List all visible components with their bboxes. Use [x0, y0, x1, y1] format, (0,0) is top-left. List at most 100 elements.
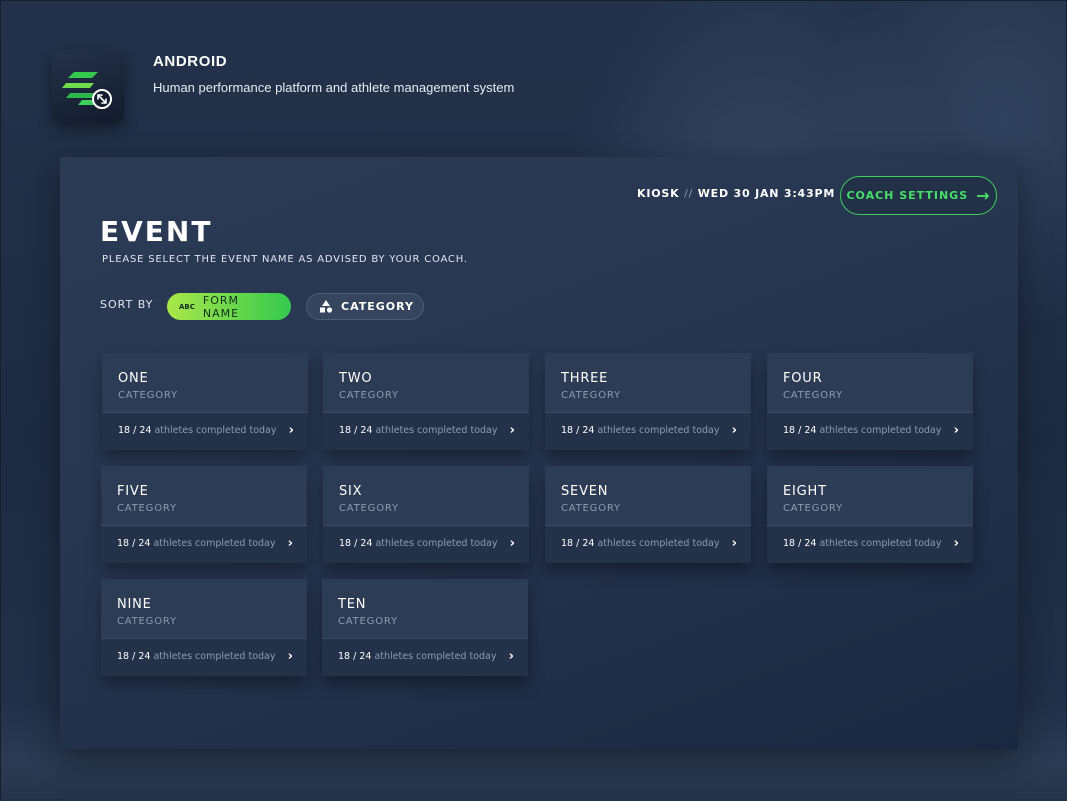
app-background: ANDROID Human performance platform and a… [0, 0, 1067, 801]
event-panel: KIOSK // WED 30 JAN 3:43PM COACH SETTING… [60, 157, 1018, 749]
kiosk-status: KIOSK // WED 30 JAN 3:43PM [637, 187, 834, 200]
chevron-right-icon: › [287, 649, 293, 664]
event-name: TEN [338, 597, 367, 612]
event-footer: 18 / 24 athletes completed today › [102, 412, 308, 450]
page-title: EVENT [100, 215, 213, 248]
app-name: ANDROID [153, 53, 228, 70]
event-stats: 18 / 24 athletes completed today [117, 651, 275, 662]
event-stats: 18 / 24 athletes completed today [338, 651, 496, 662]
event-card-five[interactable]: FIVE CATEGORY 18 / 24 athletes completed… [101, 466, 307, 563]
event-completed-count: 18 / 24 [117, 538, 151, 549]
event-stats: 18 / 24 athletes completed today [561, 538, 719, 549]
event-category: CATEGORY [783, 390, 843, 401]
event-stats: 18 / 24 athletes completed today [783, 425, 941, 436]
event-stats: 18 / 24 athletes completed today [561, 425, 719, 436]
event-category: CATEGORY [783, 503, 843, 514]
event-completed-count: 18 / 24 [338, 651, 372, 662]
event-completed-count: 18 / 24 [783, 538, 817, 549]
event-category: CATEGORY [561, 503, 621, 514]
chevron-right-icon: › [509, 536, 515, 551]
event-name: FOUR [783, 371, 823, 386]
chevron-right-icon: › [288, 423, 294, 438]
chevron-right-icon: › [731, 536, 737, 551]
sort-form-name-label: FORM NAME [202, 293, 240, 320]
event-completed-text: athletes completed today [375, 425, 498, 436]
kiosk-separator: // [684, 187, 694, 200]
event-footer: 18 / 24 athletes completed today › [545, 412, 751, 450]
event-name: NINE [117, 597, 152, 612]
event-completed-count: 18 / 24 [561, 538, 595, 549]
sort-form-name-chip[interactable]: ABC FORM NAME [167, 293, 291, 320]
app-logo [52, 50, 124, 122]
event-category: CATEGORY [339, 390, 399, 401]
event-stats: 18 / 24 athletes completed today [118, 425, 276, 436]
event-category: CATEGORY [561, 390, 621, 401]
event-footer: 18 / 24 athletes completed today › [101, 525, 307, 563]
kiosk-label: KIOSK [637, 187, 680, 200]
event-card-one[interactable]: ONE CATEGORY 18 / 24 athletes completed … [102, 353, 308, 450]
event-category: CATEGORY [117, 503, 177, 514]
event-card-four[interactable]: FOUR CATEGORY 18 / 24 athletes completed… [767, 353, 973, 450]
speed-logo-icon [62, 72, 112, 109]
event-completed-text: athletes completed today [374, 651, 497, 662]
sort-by-label: SORT BY [100, 298, 154, 311]
event-completed-text: athletes completed today [153, 538, 276, 549]
event-category: CATEGORY [339, 503, 399, 514]
event-card-eight[interactable]: EIGHT CATEGORY 18 / 24 athletes complete… [767, 466, 973, 563]
event-name: FIVE [117, 484, 149, 499]
event-card-seven[interactable]: SEVEN CATEGORY 18 / 24 athletes complete… [545, 466, 751, 563]
event-category: CATEGORY [117, 616, 177, 627]
event-completed-count: 18 / 24 [339, 425, 373, 436]
event-stats: 18 / 24 athletes completed today [783, 538, 941, 549]
event-name: ONE [118, 371, 149, 386]
event-category: CATEGORY [338, 616, 398, 627]
event-completed-text: athletes completed today [375, 538, 498, 549]
event-footer: 18 / 24 athletes completed today › [767, 412, 973, 450]
event-footer: 18 / 24 athletes completed today › [323, 412, 529, 450]
event-name: EIGHT [783, 484, 827, 499]
chevron-right-icon: › [508, 649, 514, 664]
event-footer: 18 / 24 athletes completed today › [767, 525, 973, 563]
event-name: SEVEN [561, 484, 609, 499]
event-category: CATEGORY [118, 390, 178, 401]
sort-category-chip[interactable]: CATEGORY [306, 293, 424, 320]
event-completed-text: athletes completed today [819, 538, 942, 549]
event-completed-text: athletes completed today [597, 425, 720, 436]
event-completed-text: athletes completed today [597, 538, 720, 549]
event-card-nine[interactable]: NINE CATEGORY 18 / 24 athletes completed… [101, 579, 307, 676]
event-name: THREE [561, 371, 609, 386]
abc-icon: ABC [179, 302, 195, 311]
event-card-ten[interactable]: TEN CATEGORY 18 / 24 athletes completed … [322, 579, 528, 676]
chevron-right-icon: › [731, 423, 737, 438]
event-completed-count: 18 / 24 [561, 425, 595, 436]
event-footer: 18 / 24 athletes completed today › [545, 525, 751, 563]
event-stats: 18 / 24 athletes completed today [339, 538, 497, 549]
event-footer: 18 / 24 athletes completed today › [322, 638, 528, 676]
event-name: SIX [339, 484, 363, 499]
event-completed-count: 18 / 24 [339, 538, 373, 549]
shapes-icon [320, 300, 333, 313]
coach-settings-label: COACH SETTINGS [846, 189, 969, 202]
event-completed-count: 18 / 24 [117, 651, 151, 662]
page-subtitle: PLEASE SELECT THE EVENT NAME AS ADVISED … [102, 254, 468, 265]
app-description: Human performance platform and athlete m… [153, 80, 515, 95]
event-footer: 18 / 24 athletes completed today › [323, 525, 529, 563]
event-footer: 18 / 24 athletes completed today › [101, 638, 307, 676]
chevron-right-icon: › [287, 536, 293, 551]
event-completed-count: 18 / 24 [118, 425, 152, 436]
chevron-right-icon: › [509, 423, 515, 438]
event-completed-text: athletes completed today [819, 425, 942, 436]
event-completed-count: 18 / 24 [783, 425, 817, 436]
event-name: TWO [339, 371, 373, 386]
event-completed-text: athletes completed today [154, 425, 277, 436]
event-stats: 18 / 24 athletes completed today [339, 425, 497, 436]
event-card-six[interactable]: SIX CATEGORY 18 / 24 athletes completed … [323, 466, 529, 563]
chevron-right-icon: › [953, 536, 959, 551]
chevron-right-icon: › [953, 423, 959, 438]
event-card-three[interactable]: THREE CATEGORY 18 / 24 athletes complete… [545, 353, 751, 450]
sort-category-label: CATEGORY [341, 300, 414, 313]
arrow-right-icon: → [976, 185, 991, 205]
kiosk-datetime: WED 30 JAN 3:43PM [697, 187, 836, 200]
event-card-two[interactable]: TWO CATEGORY 18 / 24 athletes completed … [323, 353, 529, 450]
coach-settings-button[interactable]: COACH SETTINGS → [840, 176, 997, 215]
